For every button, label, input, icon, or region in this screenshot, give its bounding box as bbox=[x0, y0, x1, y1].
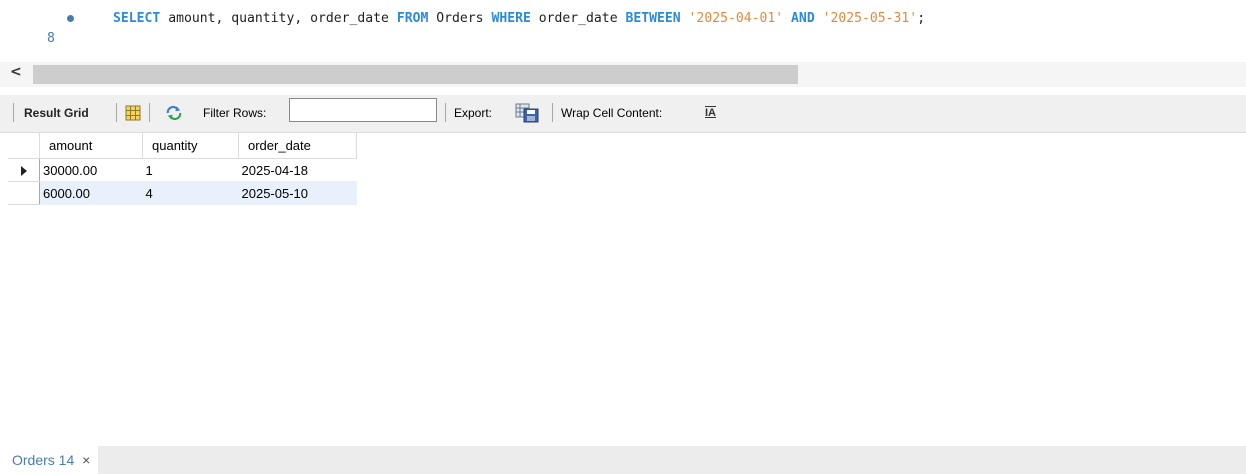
sql-keyword: AND bbox=[791, 11, 815, 26]
sql-keyword: WHERE bbox=[491, 11, 531, 26]
toolbar-divider bbox=[116, 103, 117, 122]
column-header-amount[interactable]: amount bbox=[39, 133, 143, 159]
toolbar-divider bbox=[13, 103, 14, 122]
horizontal-scrollbar[interactable]: < bbox=[0, 62, 1246, 87]
filter-rows-label: Filter Rows: bbox=[203, 106, 267, 120]
execution-dot-icon bbox=[67, 15, 74, 22]
row-header-corner bbox=[8, 133, 40, 159]
current-row-arrow-icon bbox=[20, 166, 27, 177]
sql-editor[interactable]: 8 SELECT amount, quantity, order_date FR… bbox=[0, 0, 1246, 62]
result-tab-bar: Orders 14 × bbox=[0, 446, 1246, 474]
sql-keyword: FROM bbox=[396, 11, 429, 26]
wrap-cell-content-label: Wrap Cell Content: bbox=[561, 106, 663, 120]
sql-text: ; bbox=[917, 11, 926, 26]
cell-amount[interactable]: 30000.00 bbox=[39, 158, 143, 182]
row-selector[interactable] bbox=[8, 181, 40, 205]
result-toolbar: Result Grid Filter Rows: Export: Wrap Ce… bbox=[0, 95, 1246, 133]
sql-keyword: BETWEEN bbox=[625, 11, 681, 26]
table-row[interactable]: 6000.00 4 2025-05-10 bbox=[8, 181, 357, 205]
column-header-quantity[interactable]: quantity bbox=[142, 133, 239, 159]
grid-layout-icon[interactable] bbox=[125, 105, 141, 121]
toolbar-divider bbox=[149, 103, 150, 122]
table-row[interactable]: 30000.00 1 2025-04-18 bbox=[8, 158, 357, 182]
sql-text: Orders bbox=[428, 11, 492, 26]
sql-keyword: SELECT bbox=[113, 11, 161, 26]
sql-string: '2025-05-31' bbox=[822, 11, 918, 26]
export-label: Export: bbox=[454, 106, 493, 120]
line-number: 8 bbox=[47, 31, 55, 46]
column-header-order-date[interactable]: order_date bbox=[238, 133, 357, 159]
cell-quantity[interactable]: 4 bbox=[142, 181, 239, 205]
cell-order-date[interactable]: 2025-05-10 bbox=[238, 181, 357, 205]
toolbar-divider bbox=[552, 103, 553, 122]
sql-string: '2025-04-01' bbox=[688, 11, 784, 26]
tab-label: Orders 14 bbox=[12, 452, 75, 468]
result-grid[interactable]: amount quantity order_date 30000.00 1 20… bbox=[8, 133, 357, 205]
sql-statement[interactable]: SELECT amount, quantity, order_date FROM… bbox=[113, 9, 925, 29]
grid-header-row: amount quantity order_date bbox=[8, 133, 357, 159]
sql-text: amount, quantity, order_date bbox=[160, 11, 397, 26]
tab-orders-14[interactable]: Orders 14 × bbox=[0, 446, 99, 474]
code-line[interactable]: 8 SELECT amount, quantity, order_date FR… bbox=[0, 9, 1246, 46]
wrap-text-icon[interactable]: IA bbox=[705, 95, 716, 132]
result-grid-tab[interactable]: Result Grid bbox=[24, 95, 89, 132]
filter-rows-input[interactable] bbox=[289, 98, 437, 122]
scroll-left-icon[interactable]: < bbox=[10, 64, 22, 80]
toolbar-divider bbox=[445, 103, 446, 122]
scrollbar-thumb[interactable] bbox=[33, 65, 798, 84]
refresh-icon[interactable] bbox=[166, 105, 182, 121]
sql-text: order_date bbox=[530, 11, 626, 26]
cell-quantity[interactable]: 1 bbox=[142, 158, 239, 182]
cell-order-date[interactable]: 2025-04-18 bbox=[238, 158, 357, 182]
cell-amount[interactable]: 6000.00 bbox=[39, 181, 143, 205]
close-icon[interactable]: × bbox=[82, 452, 90, 468]
row-selector[interactable] bbox=[8, 158, 40, 182]
export-icon[interactable] bbox=[515, 103, 541, 123]
